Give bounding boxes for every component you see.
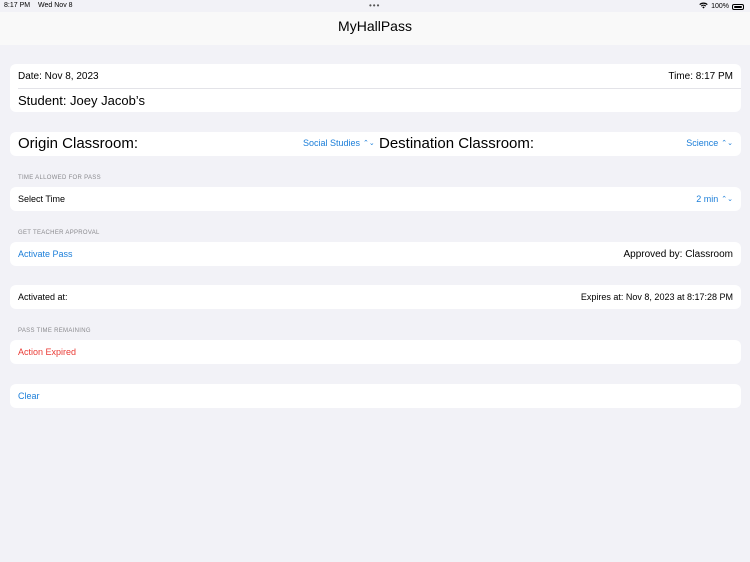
status-time: 8:17 PM — [4, 2, 31, 9]
activation-row: Activated at: Expires at: Nov 8, 2023 at… — [10, 290, 741, 304]
status-bar: 8:17 PM Wed Nov 8 ••• 100% — [0, 0, 750, 12]
origin-classroom-picker[interactable]: Social Studies ⌃⌄ — [303, 138, 375, 148]
remaining-row: Action Expired — [10, 345, 741, 359]
time-picker-value: 2 min — [696, 194, 719, 204]
destination-classroom-value: Science — [686, 138, 719, 148]
status-right: 100% — [699, 2, 744, 11]
student-label: Student: Joey Jacob’s — [18, 92, 145, 108]
time-section-header: TIME ALLOWED FOR PASS — [18, 175, 101, 181]
destination-classroom-picker[interactable]: Science ⌃⌄ — [686, 138, 733, 148]
app-title: MyHallPass — [338, 18, 412, 34]
destination-classroom-label: Destination Classroom: — [379, 135, 535, 152]
select-time-row[interactable]: Select Time 2 min ⌃⌄ — [10, 192, 741, 206]
activation-card: Activated at: Expires at: Nov 8, 2023 at… — [10, 285, 741, 309]
date-label: Date: Nov 8, 2023 — [18, 70, 99, 82]
clear-button[interactable]: Clear — [18, 391, 40, 401]
multitasking-dots-icon[interactable]: ••• — [369, 1, 380, 10]
info-card: Date: Nov 8, 2023 Time: 8:17 PM Student:… — [10, 64, 741, 112]
student-row: Student: Joey Jacob’s — [10, 91, 741, 109]
chevron-up-down-icon: ⌃⌄ — [721, 196, 733, 203]
battery-icon — [732, 3, 744, 10]
clear-card: Clear — [10, 384, 741, 408]
time-label: Time: 8:17 PM — [668, 70, 733, 82]
origin-classroom-label: Origin Classroom: — [18, 135, 139, 152]
remaining-card: Action Expired — [10, 340, 741, 364]
remaining-section-header: PASS TIME REMAINING — [18, 328, 91, 334]
classrooms-card: Origin Classroom: Social Studies ⌃⌄ Dest… — [10, 132, 741, 156]
approved-by-label: Approved by: Classroom — [623, 248, 734, 260]
approval-card: Activate Pass Approved by: Classroom — [10, 242, 741, 266]
chevron-up-down-icon: ⌃⌄ — [363, 140, 375, 147]
origin-classroom-value: Social Studies — [303, 138, 361, 148]
time-card: Select Time 2 min ⌃⌄ — [10, 187, 741, 211]
status-left: 8:17 PM Wed Nov 8 — [4, 2, 79, 9]
activated-at-label: Activated at: — [18, 292, 68, 302]
battery-percent: 100% — [711, 3, 729, 10]
approval-row: Activate Pass Approved by: Classroom — [10, 247, 741, 261]
activate-pass-button[interactable]: Activate Pass — [18, 249, 73, 259]
select-time-label: Select Time — [18, 194, 66, 204]
clear-row[interactable]: Clear — [10, 389, 741, 403]
status-date: Wed Nov 8 — [38, 2, 73, 9]
chevron-up-down-icon: ⌃⌄ — [721, 140, 733, 147]
divider — [18, 88, 741, 89]
date-time-row: Date: Nov 8, 2023 Time: 8:17 PM — [10, 69, 741, 83]
pass-status-label: Action Expired — [18, 347, 77, 357]
expires-at-label: Expires at: Nov 8, 2023 at 8:17:28 PM — [580, 292, 733, 302]
wifi-icon — [699, 2, 708, 11]
time-picker[interactable]: 2 min ⌃⌄ — [696, 194, 733, 204]
navigation-bar: MyHallPass — [0, 12, 750, 45]
approval-section-header: GET TEACHER APPROVAL — [18, 230, 100, 236]
